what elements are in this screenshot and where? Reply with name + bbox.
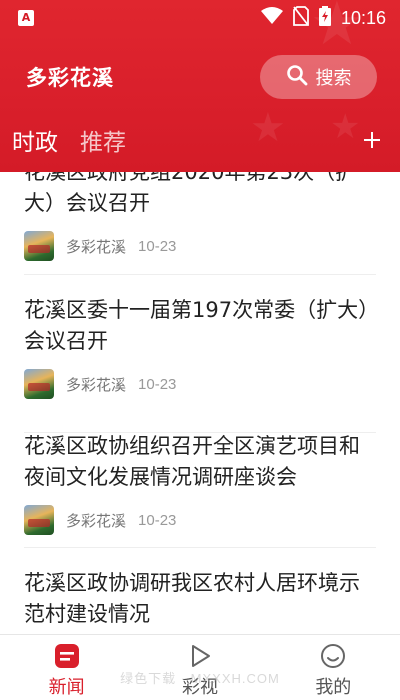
app-title: 多彩花溪 [26,66,114,90]
news-item[interactable]: 花溪区政协调研我区农村人居环境示范村建设情况 [24,568,376,634]
news-item[interactable]: 花溪区政府党组2020年第23次（扩大）会议召开 多彩花溪 10-23 [24,172,376,275]
status-clock: 10:16 [340,7,386,28]
source-avatar [24,369,54,399]
status-bar: A 10:16 [0,0,400,36]
nav-news[interactable]: 新闻 [7,635,127,699]
notification-app-icon: A [18,10,34,26]
tab-politics[interactable]: 时政 [12,123,58,157]
play-icon [185,641,215,671]
battery-charging-icon [318,6,331,30]
source-name: 多彩花溪 [66,511,127,530]
header: ★ ★ ★ A 10:16 多彩花溪 搜索 时政 推荐 [0,0,400,172]
plus-icon[interactable] [362,130,382,154]
news-icon [52,641,82,671]
search-icon [286,64,308,91]
news-list: 花溪区政府党组2020年第23次（扩大）会议召开 多彩花溪 10-23 花溪区委… [0,172,400,634]
nav-profile[interactable]: 我的 [273,635,393,699]
smiley-icon [318,641,348,671]
tab-recommend[interactable]: 推荐 [80,123,126,157]
decorative-star-icon: ★ [330,107,361,147]
app-screen: ★ ★ ★ A 10:16 多彩花溪 搜索 时政 推荐 花溪区政府党组2020年… [0,0,400,700]
search-label: 搜索 [315,68,352,89]
news-title: 花溪区政协调研我区农村人居环境示范村建设情况 [24,571,360,626]
decorative-star-icon: ★ [250,105,286,151]
news-meta: 多彩花溪 10-23 [24,231,376,261]
news-title: 花溪区政协组织召开全区演艺项目和夜间文化发展情况调研座谈会 [24,434,360,489]
watermark: 绿色下载 · MXXXH.COM [120,671,280,686]
news-meta: 多彩花溪 10-23 [24,369,376,399]
news-title: 花溪区委十一届第197次常委（扩大）会议召开 [24,298,369,353]
news-date: 10-23 [138,375,177,393]
news-meta: 多彩花溪 10-23 [24,505,376,535]
source-avatar [24,505,54,535]
wifi-icon [260,7,283,29]
news-date: 10-23 [138,237,177,255]
bottom-nav: 新闻 彩视 我的 [0,634,400,700]
nav-video[interactable]: 彩视 [140,635,260,699]
search-button[interactable]: 搜索 [260,55,377,99]
news-title: 花溪区政府党组2020年第23次（扩大）会议召开 [24,172,357,215]
news-item[interactable]: 花溪区政协组织召开全区演艺项目和夜间文化发展情况调研座谈会 多彩花溪 10-23 [24,431,376,548]
news-item[interactable]: 花溪区委十一届第197次常委（扩大）会议召开 多彩花溪 10-23 [24,295,376,433]
source-avatar [24,231,54,261]
source-name: 多彩花溪 [66,375,127,394]
source-name: 多彩花溪 [66,237,127,256]
no-sim-icon [293,6,309,30]
category-tabs: 时政 推荐 [12,123,126,157]
news-date: 10-23 [138,511,177,529]
